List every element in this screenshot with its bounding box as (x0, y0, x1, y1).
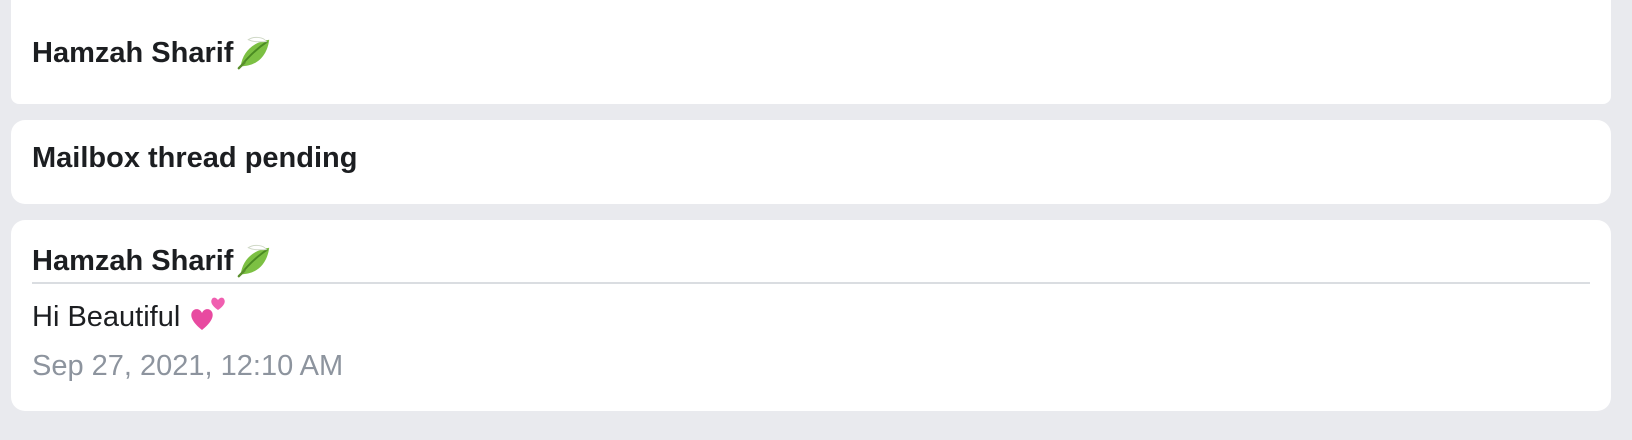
message-row: Hi Beautiful (32, 297, 228, 334)
message-divider (32, 282, 1590, 284)
sender-name: Hamzah Sharif (32, 244, 234, 277)
leaf-emoji-icon (238, 244, 270, 278)
message-card[interactable]: Hamzah Sharif Hi Beautiful Sep 27, 2021,… (11, 220, 1611, 411)
leaf-emoji-icon (238, 36, 270, 70)
sender-card: Hamzah Sharif (11, 0, 1611, 104)
sender-name-row[interactable]: Hamzah Sharif (32, 242, 273, 280)
thread-pending-title: Mailbox thread pending (32, 142, 358, 174)
two-hearts-emoji-icon (191, 297, 226, 330)
sender-name-row[interactable]: Hamzah Sharif (32, 34, 273, 72)
message-timestamp: Sep 27, 2021, 12:10 AM (32, 350, 344, 382)
message-text: Hi Beautiful (32, 300, 181, 333)
thread-status-card: Mailbox thread pending (11, 120, 1611, 204)
sender-name: Hamzah Sharif (32, 36, 234, 69)
